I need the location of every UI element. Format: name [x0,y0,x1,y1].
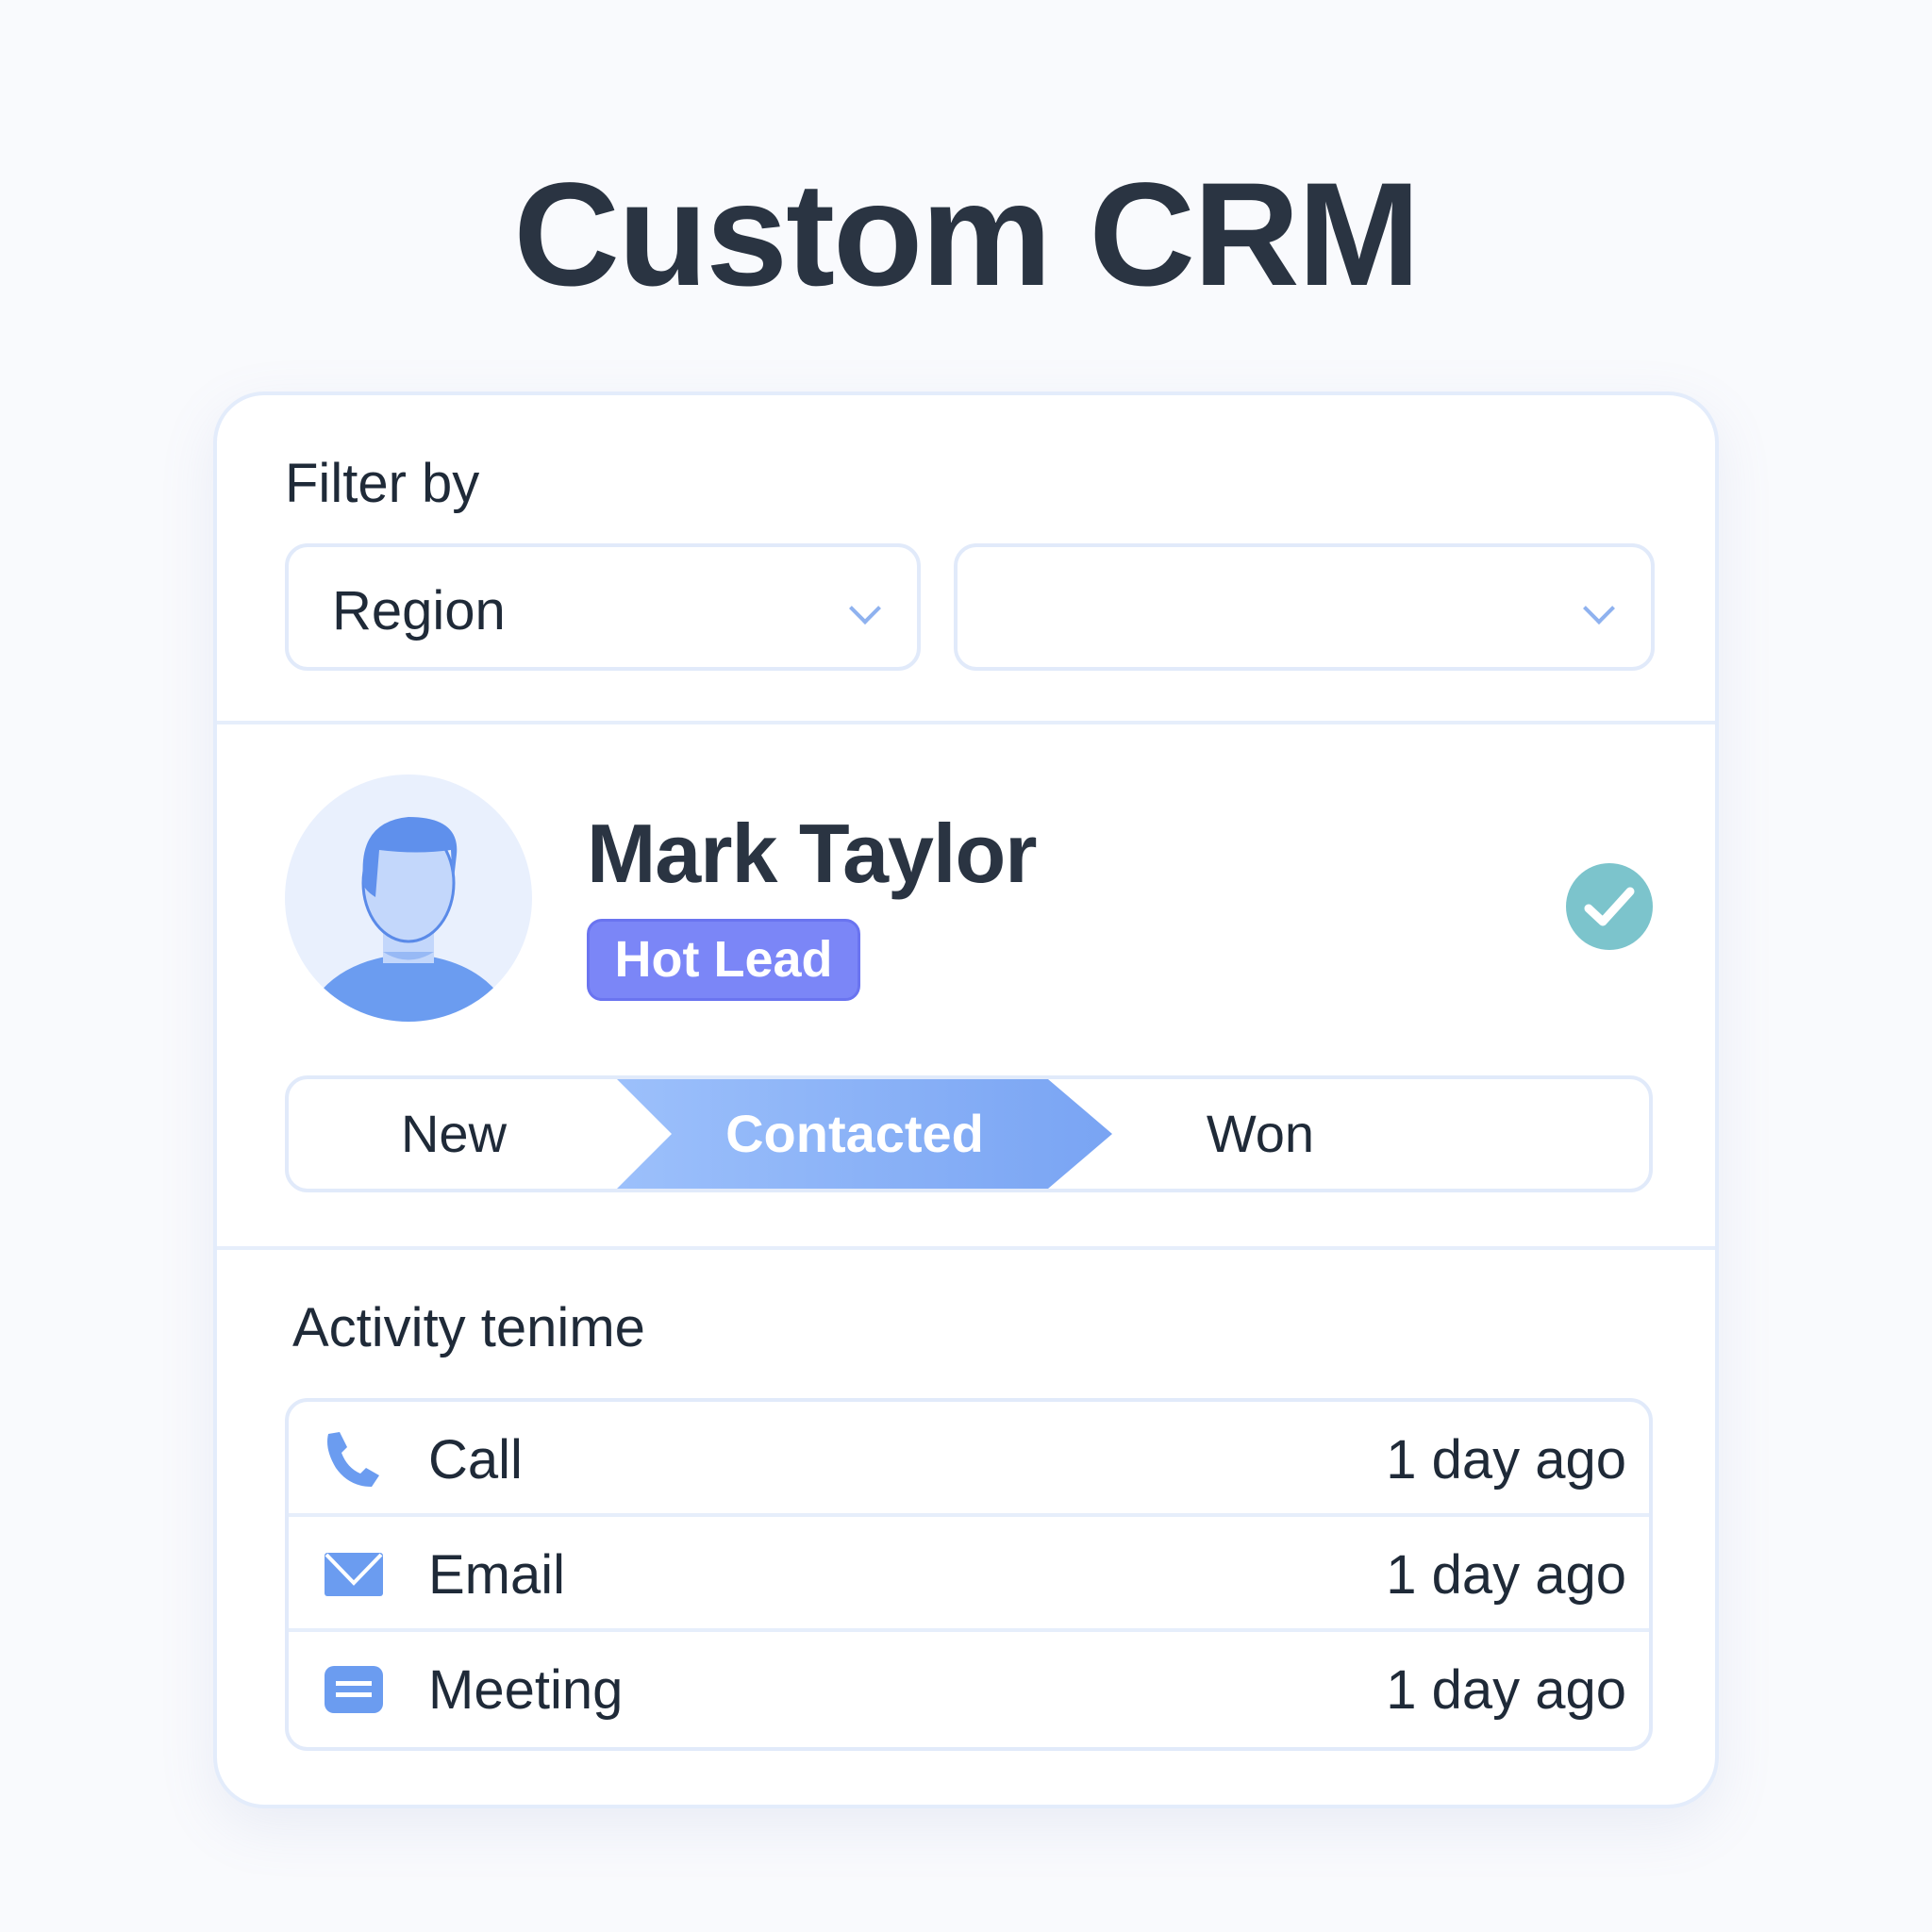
stage-new[interactable]: New [289,1079,619,1189]
activity-list: Call 1 day ago Email 1 day ago Meeting 1… [285,1398,1653,1751]
meeting-icon [325,1666,383,1713]
region-select-value: Region [332,580,506,641]
activity-type: Meeting [428,1659,624,1721]
activity-time: 1 day ago [1386,1544,1626,1606]
crm-card: Filter by Region Mark Taylor Hot Lead Ne… [213,391,1719,1808]
verified-check-icon [1566,863,1653,950]
chevron-down-icon [849,592,881,625]
pipeline-stages: New Contacted Won [285,1075,1653,1192]
secondary-filter-select[interactable] [954,543,1655,671]
activity-title: Activity tenime [292,1297,645,1358]
list-item[interactable]: Meeting 1 day ago [289,1632,1649,1747]
activity-time: 1 day ago [1386,1659,1626,1721]
divider [217,1246,1715,1250]
list-item[interactable]: Call 1 day ago [289,1402,1649,1517]
activity-type: Email [428,1544,566,1606]
activity-type: Call [428,1429,523,1491]
phone-icon [327,1432,379,1487]
mail-icon [325,1553,383,1596]
activity-time: 1 day ago [1386,1429,1626,1491]
page-title: Custom CRM [513,153,1420,317]
avatar [285,774,532,1022]
chevron-down-icon [1583,592,1615,625]
contact-name: Mark Taylor [587,807,1037,900]
filter-label: Filter by [285,453,480,514]
stage-contacted[interactable]: Contacted [666,1079,1043,1189]
region-select[interactable]: Region [285,543,921,671]
list-item[interactable]: Email 1 day ago [289,1517,1649,1632]
divider [217,721,1715,724]
lead-status-badge: Hot Lead [587,919,860,1001]
stage-won[interactable]: Won [1119,1079,1402,1189]
